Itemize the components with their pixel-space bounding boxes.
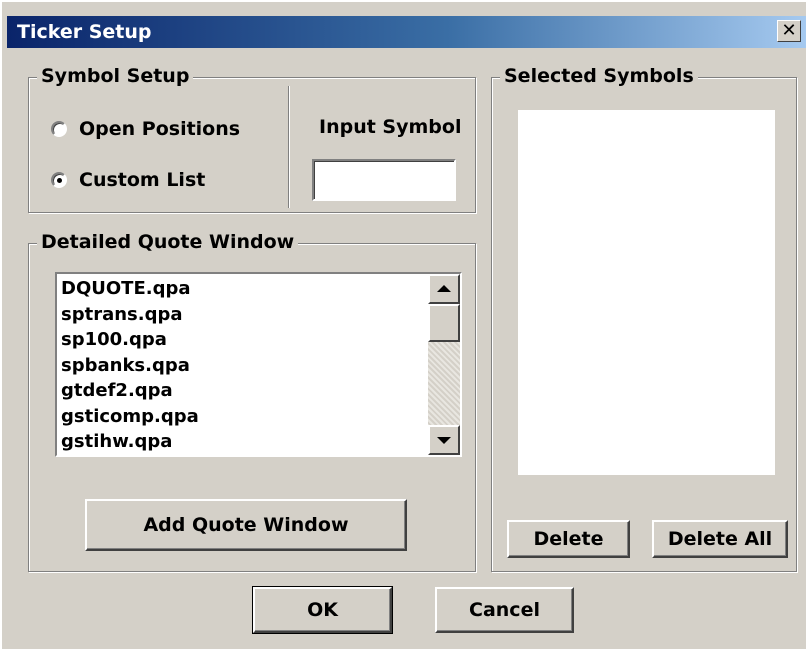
detailed-quote-window-legend: Detailed Quote Window xyxy=(37,231,299,253)
close-button[interactable]: ✕ xyxy=(777,20,801,42)
ticker-setup-dialog: Ticker Setup ✕ Symbol Setup Open Positio… xyxy=(0,0,806,649)
list-item[interactable]: DQUOTE.qpa xyxy=(61,276,199,302)
custom-list-label: Custom List xyxy=(79,169,206,191)
quote-window-items: DQUOTE.qpa sptrans.qpa sp100.qpa spbanks… xyxy=(61,276,199,455)
symbol-setup-divider xyxy=(288,86,290,208)
delete-button[interactable]: Delete xyxy=(507,520,630,558)
radio-unchecked-icon xyxy=(51,121,67,137)
input-symbol-label: Input Symbol xyxy=(319,116,462,138)
selected-symbols-list[interactable] xyxy=(518,110,775,475)
scroll-thumb[interactable] xyxy=(428,304,460,342)
quote-window-list[interactable]: DQUOTE.qpa sptrans.qpa sp100.qpa spbanks… xyxy=(55,272,462,457)
detailed-quote-window-group: Detailed Quote Window DQUOTE.qpa sptrans… xyxy=(28,231,476,572)
symbol-setup-legend: Symbol Setup xyxy=(37,65,194,87)
arrow-up-icon xyxy=(437,285,451,292)
list-item[interactable]: gtdef2.qpa xyxy=(61,378,199,404)
input-symbol-field[interactable] xyxy=(312,159,456,201)
selected-symbols-legend: Selected Symbols xyxy=(500,65,698,87)
window-title: Ticker Setup xyxy=(17,21,152,43)
symbol-setup-group: Symbol Setup Open Positions Custom List … xyxy=(28,65,476,213)
scroll-down-button[interactable] xyxy=(428,425,460,455)
cancel-button[interactable]: Cancel xyxy=(435,587,574,633)
list-item[interactable]: sp100.qpa xyxy=(61,327,199,353)
open-positions-radio[interactable]: Open Positions xyxy=(51,118,240,140)
add-quote-window-button[interactable]: Add Quote Window xyxy=(85,499,407,551)
scroll-up-button[interactable] xyxy=(428,274,460,304)
arrow-down-icon xyxy=(437,437,451,444)
selected-symbols-group: Selected Symbols Delete Delete All xyxy=(491,65,797,572)
close-icon: ✕ xyxy=(781,20,797,41)
list-item[interactable]: gstihw.qpa xyxy=(61,429,199,455)
open-positions-label: Open Positions xyxy=(79,118,241,140)
radio-checked-icon xyxy=(51,172,67,188)
list-item[interactable]: gsticomp.qpa xyxy=(61,404,199,430)
custom-list-radio[interactable]: Custom List xyxy=(51,169,205,191)
delete-all-button[interactable]: Delete All xyxy=(652,520,788,558)
quote-list-scrollbar[interactable] xyxy=(428,274,460,455)
list-item[interactable]: spbanks.qpa xyxy=(61,353,199,379)
title-bar[interactable]: Ticker Setup ✕ xyxy=(7,16,806,48)
ok-button[interactable]: OK xyxy=(252,586,393,634)
list-item[interactable]: sptrans.qpa xyxy=(61,302,199,328)
